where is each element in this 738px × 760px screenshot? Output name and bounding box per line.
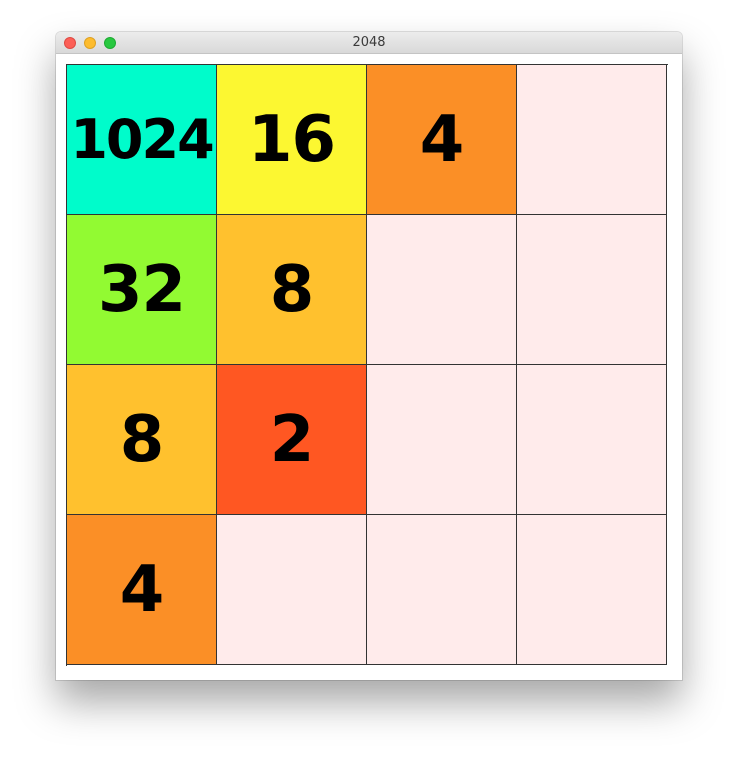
window-title: 2048	[352, 35, 386, 50]
tile-r2-c2	[367, 365, 517, 515]
tile-r2-c3	[517, 365, 667, 515]
tile-r0-c3	[517, 65, 667, 215]
tile-r2-c1: 2	[217, 365, 367, 515]
tile-r3-c3	[517, 515, 667, 665]
tile-r3-c2	[367, 515, 517, 665]
tile-r3-c0: 4	[67, 515, 217, 665]
tile-r1-c3	[517, 215, 667, 365]
tile-r2-c0: 8	[67, 365, 217, 515]
tile-r1-c2	[367, 215, 517, 365]
game-window: 2048 1024 16 4 32 8 8 2 4	[56, 32, 682, 680]
tile-r0-c1: 16	[217, 65, 367, 215]
tile-r0-c0: 1024	[67, 65, 217, 215]
tile-r1-c1: 8	[217, 215, 367, 365]
tile-r1-c0: 32	[67, 215, 217, 365]
tile-r3-c1	[217, 515, 367, 665]
title-bar[interactable]: 2048	[56, 32, 682, 54]
tile-r0-c2: 4	[367, 65, 517, 215]
game-board: 1024 16 4 32 8 8 2 4	[66, 64, 668, 666]
